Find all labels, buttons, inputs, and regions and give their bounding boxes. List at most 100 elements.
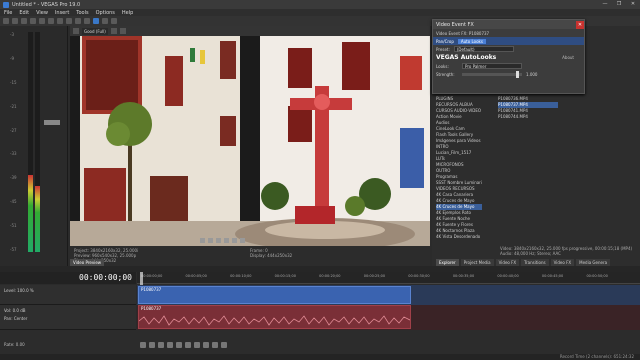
play-icon[interactable] (208, 238, 213, 243)
tab-media-generators[interactable]: Media Genera (576, 259, 611, 266)
undo-icon[interactable] (75, 18, 81, 24)
audio-meter-left (28, 32, 33, 252)
next-frame-icon[interactable] (232, 238, 237, 243)
pan-crop-button[interactable]: Pan/Crop (436, 39, 454, 44)
menu-tools[interactable]: Tools (76, 10, 88, 16)
preset-label: Preset: (436, 46, 450, 52)
window-docking-tabs: Explorer Project Media Video FX Transiti… (436, 259, 611, 266)
preview-frame (70, 36, 430, 246)
prev-frame-icon[interactable] (200, 238, 205, 243)
about-link[interactable]: About (562, 55, 574, 60)
fx-close-button[interactable]: ✕ (576, 20, 584, 29)
properties-icon[interactable] (39, 18, 45, 24)
strength-row: Strength: 1.000 (433, 70, 584, 78)
ruler-tick-label: 00:00:40;00 (497, 274, 519, 278)
next-frame-icon[interactable] (221, 342, 227, 348)
tab-transitions[interactable]: Transitions (521, 259, 549, 266)
close-window-button[interactable]: ✕ (626, 0, 640, 9)
ruler-tick-label: 00:00:15;00 (274, 274, 296, 278)
selection-tool-icon[interactable] (111, 18, 117, 24)
ruler-tick-label: 00:00:00;00 (141, 274, 163, 278)
prev-frame-icon[interactable] (212, 342, 218, 348)
snapshot-icon[interactable] (240, 238, 245, 243)
ruler-tick-label: 00:00:30;00 (408, 274, 430, 278)
pause-icon[interactable] (216, 238, 221, 243)
menu-insert[interactable]: Insert (55, 10, 69, 16)
menu-options[interactable]: Options (96, 10, 115, 16)
fx-window-titlebar[interactable]: Video Event FX ✕ (433, 20, 584, 29)
strength-slider[interactable] (462, 70, 522, 78)
video-event-clip[interactable]: P1080737 (138, 286, 411, 304)
auto-looks-plugin-button[interactable]: Auto Looks (457, 38, 486, 44)
preview-toolbar: Good (Full) (70, 26, 430, 36)
menu-file[interactable]: File (4, 10, 12, 16)
tab-project-media[interactable]: Project Media (460, 259, 494, 266)
play-from-start-icon[interactable] (158, 342, 164, 348)
video-clip-label: P1080737 (141, 287, 162, 292)
open-icon[interactable] (12, 18, 18, 24)
ruler-tick-label: 00:00:25;00 (363, 274, 386, 278)
audio-clip-label: P1080737 (141, 306, 162, 311)
strength-slider-knob[interactable] (516, 70, 520, 78)
tab-video-fx[interactable]: Video FX (495, 259, 520, 266)
rate-label[interactable]: Rate: 0.00 (4, 342, 25, 347)
preview-quality-select[interactable]: Good (Full) (82, 27, 108, 35)
tab-video-fx-2[interactable]: Video FX (550, 259, 575, 266)
strength-value[interactable]: 1.000 (526, 72, 537, 77)
audio-meter-right (35, 32, 40, 252)
window-title: Untitled * - VEGAS Pro 19.0 (12, 1, 81, 8)
preview-tabs: Video Preview (70, 259, 105, 266)
audio-event-clip[interactable]: P1080737 (138, 305, 411, 329)
explorer-file[interactable]: P1080744.MP4 (498, 114, 558, 120)
cut-icon[interactable] (48, 18, 54, 24)
copy-icon[interactable] (57, 18, 63, 24)
ruler-tick-label: 00:00:05;00 (185, 274, 207, 278)
record-icon[interactable] (140, 342, 146, 348)
overlays-icon[interactable] (119, 28, 126, 34)
go-to-start-icon[interactable] (194, 342, 200, 348)
plugin-heading: VEGAS AutoLooks (436, 54, 497, 61)
maximize-button[interactable]: ❐ (612, 0, 626, 9)
fx-chain-row: Video Event FX: P1080737 (433, 29, 584, 37)
looks-select[interactable]: Pro Palmer (462, 63, 522, 69)
split-screen-icon[interactable] (110, 28, 117, 34)
title-bar: Untitled * - VEGAS Pro 19.0 — ❐ ✕ (0, 0, 640, 9)
menu-view[interactable]: View (36, 10, 48, 16)
preview-settings-icon[interactable] (73, 28, 79, 34)
strength-label: Strength: (436, 71, 455, 77)
ruler-tick-label: 00:00:45;00 (541, 274, 564, 278)
menu-edit[interactable]: Edit (19, 10, 29, 16)
stop-icon[interactable] (224, 238, 229, 243)
record-time-status: Record Time (2 channels): 651:24:32 (559, 354, 634, 359)
preview-transport (200, 238, 245, 243)
video-level-label[interactable]: Level: 100.0 % (0, 285, 136, 296)
looks-label: Looks: (436, 63, 449, 69)
timeline-ruler[interactable]: 00:00:00;00 00:00:05;00 00:00:10;00 00:00:1… (137, 272, 640, 284)
stop-icon[interactable] (185, 342, 191, 348)
master-fader[interactable] (44, 120, 60, 125)
timeline-transport (140, 342, 227, 348)
explorer-tree: PLUGINS RECURSOS ALBUA CURSOS AUDIO-VIDEO A… (436, 96, 482, 256)
render-icon[interactable] (30, 18, 36, 24)
explorer-folder[interactable]: 4K Vista Desordenado (436, 234, 482, 240)
audio-volume-label[interactable]: Vol: 0.0 dB (0, 305, 136, 316)
paste-icon[interactable] (66, 18, 72, 24)
loop-icon[interactable] (149, 342, 155, 348)
redo-icon[interactable] (84, 18, 90, 24)
media-audio-info: Audio: 48,000 Hz; Stereo; AAC (500, 251, 561, 256)
audio-pan-label[interactable]: Pan: Center (0, 316, 136, 321)
edit-tool-icon[interactable] (93, 18, 99, 24)
play-icon[interactable] (167, 342, 173, 348)
pause-icon[interactable] (176, 342, 182, 348)
explorer-file-list: P1080736.MP4 P1080737.MP4 P1080741.MP4 P108… (498, 96, 558, 120)
preset-select[interactable]: (Default) (453, 46, 514, 52)
go-to-end-icon[interactable] (203, 342, 209, 348)
tab-video-preview[interactable]: Video Preview (70, 259, 105, 266)
new-project-icon[interactable] (3, 18, 9, 24)
looks-row: Looks: Pro Palmer (433, 62, 584, 70)
menu-help[interactable]: Help (122, 10, 133, 16)
tab-explorer[interactable]: Explorer (436, 259, 459, 266)
minimize-button[interactable]: — (598, 0, 612, 9)
save-icon[interactable] (21, 18, 27, 24)
envelope-tool-icon[interactable] (102, 18, 108, 24)
